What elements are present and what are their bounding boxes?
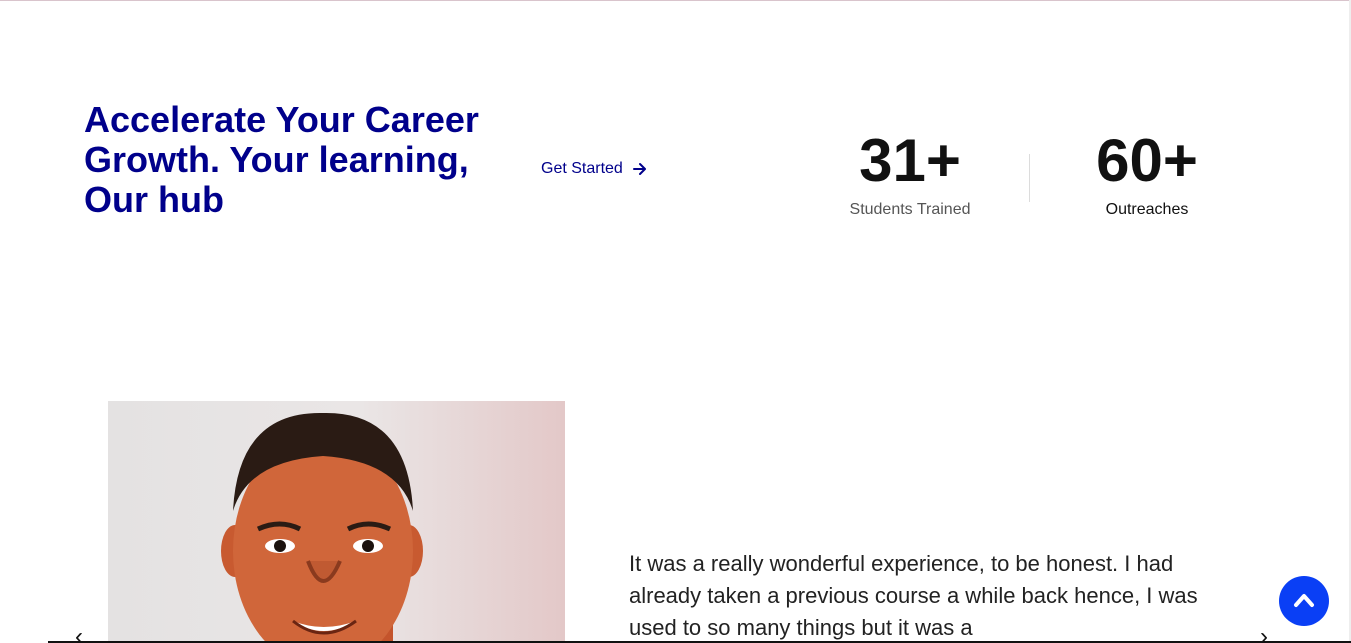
- scroll-to-top-button[interactable]: [1279, 576, 1329, 626]
- stat-value: 31+: [859, 127, 961, 194]
- stat-value: 60+: [1096, 127, 1198, 194]
- stat-label: Students Trained: [849, 201, 971, 218]
- stat-label: Outreaches: [1105, 201, 1189, 218]
- stat-students-trained: 31+ Students Trained: [810, 130, 1010, 219]
- student-portrait: [221, 412, 423, 643]
- chevron-up-icon: [1294, 594, 1314, 607]
- get-started-label: Get Started: [541, 160, 623, 177]
- stat-outreaches: 60+ Outreaches: [1047, 130, 1247, 219]
- stat-divider: [1029, 154, 1030, 202]
- chevron-right-icon: ›: [1260, 623, 1268, 643]
- testimonial-text: It was a really wonderful experience, to…: [629, 551, 1198, 640]
- get-started-link[interactable]: Get Started: [541, 160, 647, 178]
- chevron-left-icon: ‹: [75, 623, 83, 643]
- arrow-right-icon: [632, 163, 646, 175]
- hero-title: Accelerate Your Career Growth. Your lear…: [84, 99, 479, 220]
- testimonial-photo: [108, 401, 565, 643]
- top-border: [0, 0, 1351, 1]
